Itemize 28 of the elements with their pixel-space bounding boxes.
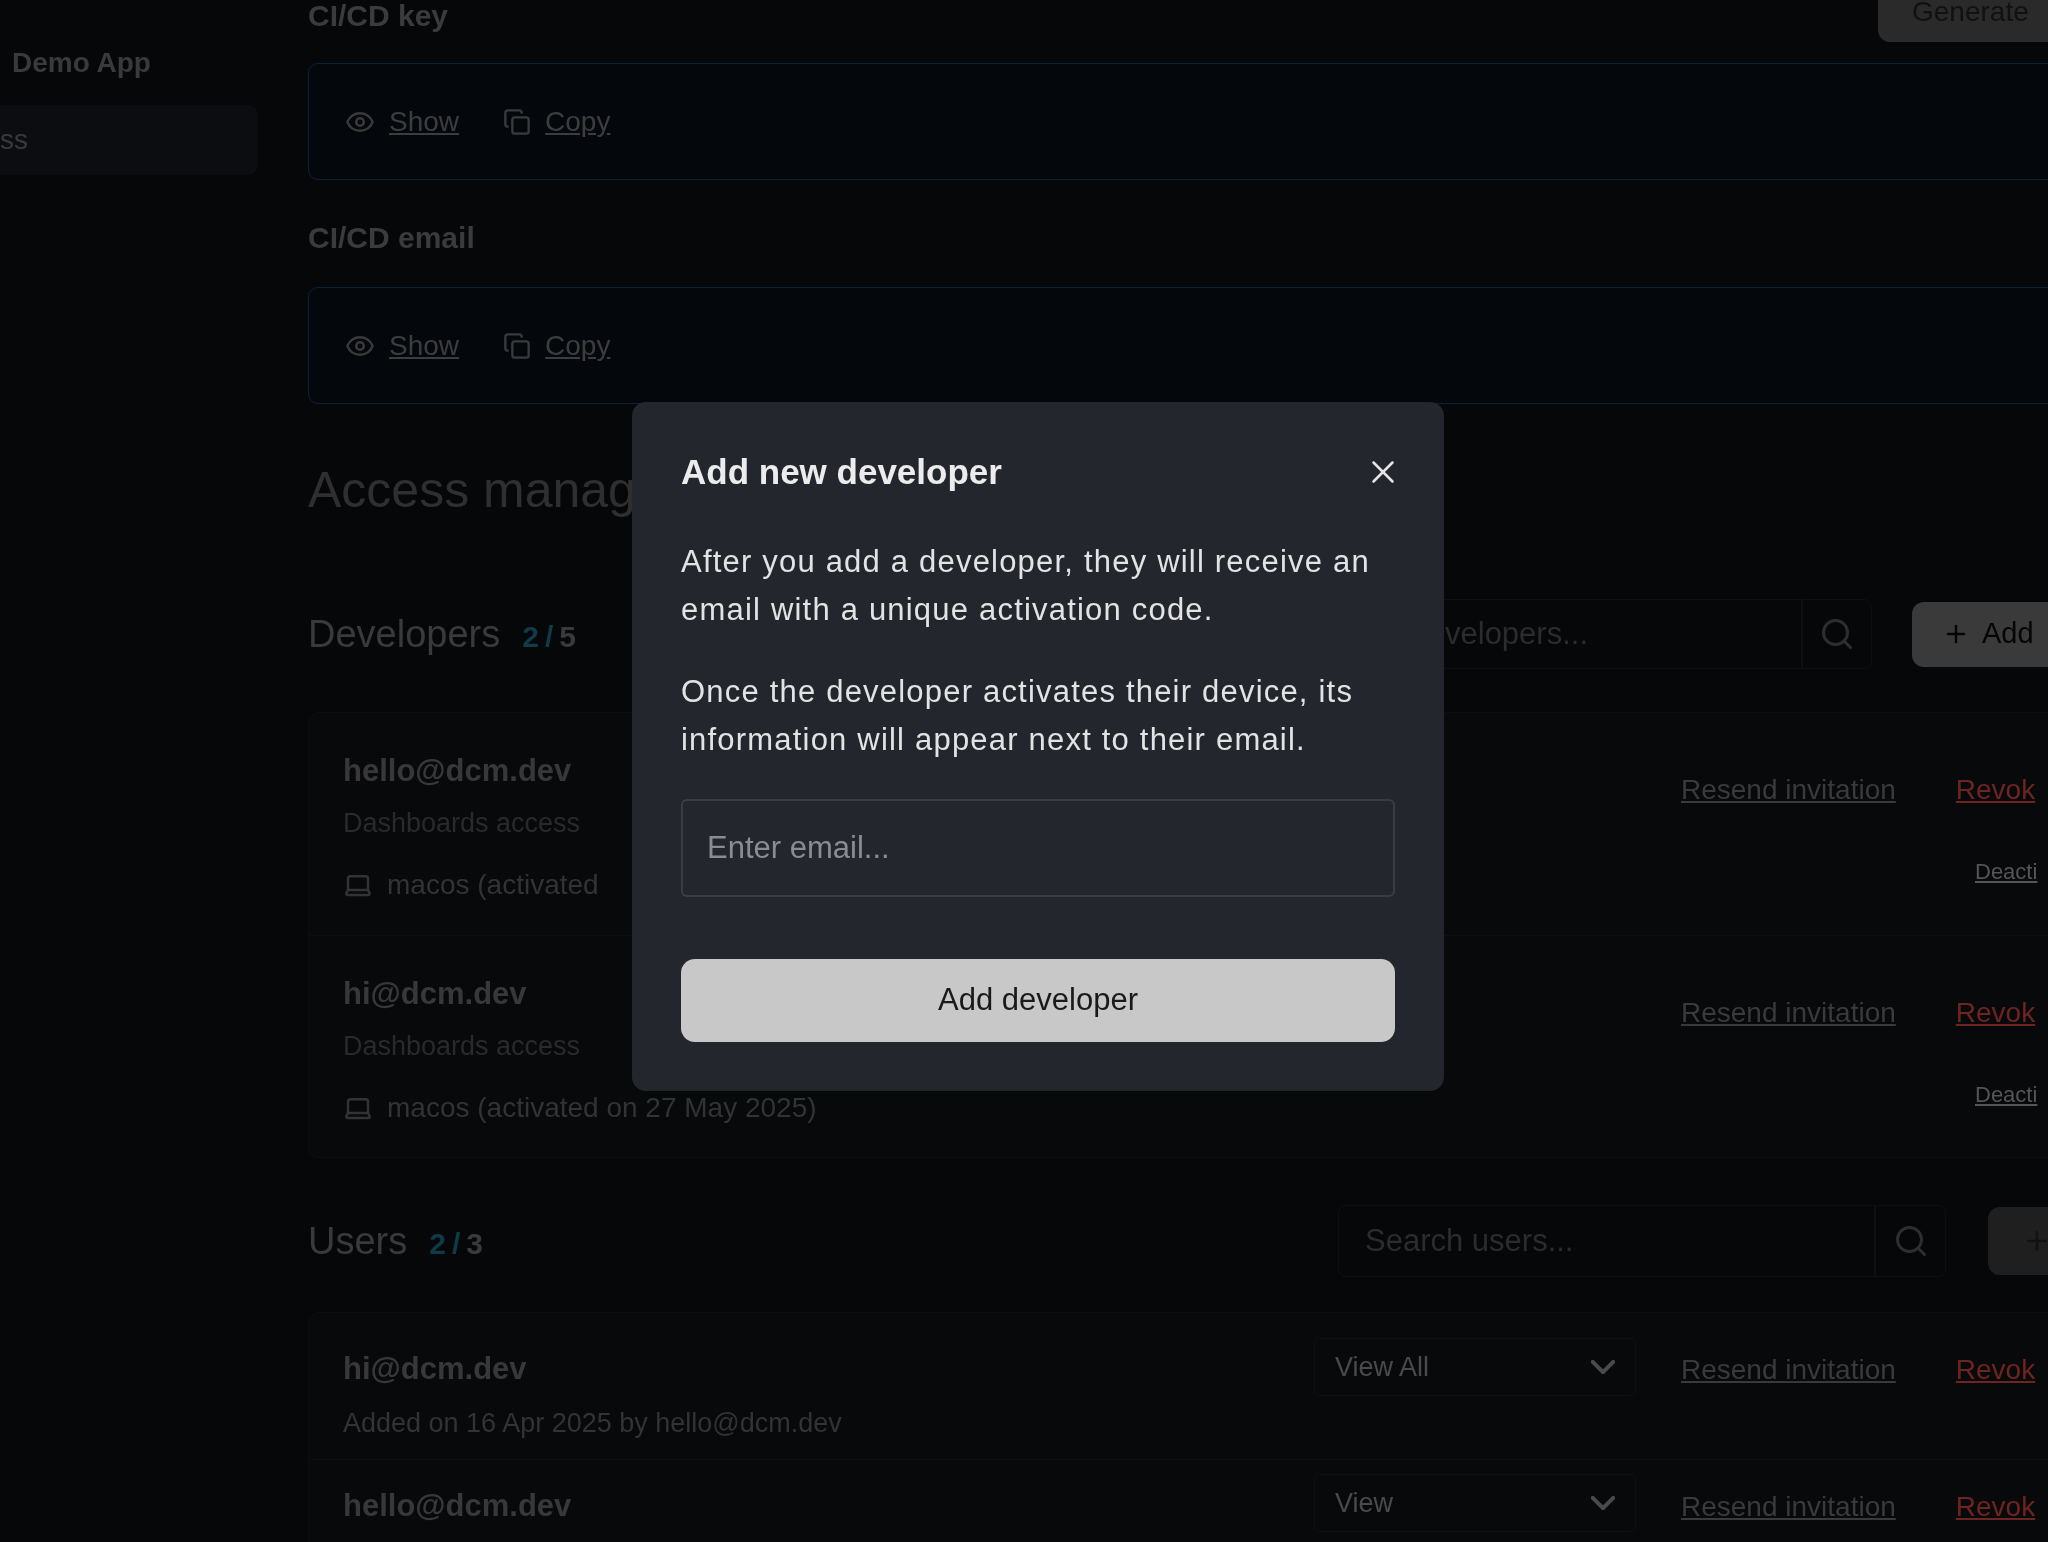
deactivate-link[interactable]: Deacti [1975, 855, 2038, 888]
count-used: 2 [429, 1225, 446, 1262]
deactivate-link[interactable]: Deacti [1975, 1078, 2038, 1111]
copy-icon [503, 107, 532, 136]
email-field[interactable]: Enter email... [681, 799, 1395, 897]
chevron-down-icon [1591, 1360, 1615, 1374]
chevron-down-icon [1591, 1496, 1615, 1510]
count-slash: / [451, 1225, 461, 1262]
count-slash: / [544, 618, 554, 655]
count-used: 2 [522, 618, 539, 655]
revoke-link[interactable]: Revok [1955, 992, 2036, 1034]
search-icon [1819, 616, 1855, 652]
show-link[interactable]: Show [389, 324, 460, 367]
dialog-text: After you add a developer, they will receive an email with a unique activation code. [681, 543, 1371, 629]
revoke-link[interactable]: Revok [1955, 1486, 2036, 1528]
copy-link[interactable]: Copy [545, 100, 611, 143]
search-button[interactable] [1802, 599, 1872, 669]
revoke-link[interactable]: Revok [1955, 1349, 2036, 1391]
dialog-title: Add new developer [681, 450, 1002, 493]
role-dropdown[interactable]: View All [1314, 1338, 1636, 1396]
copy-link[interactable]: Copy [545, 324, 611, 367]
role-dropdown[interactable]: View [1314, 1474, 1636, 1532]
revoke-link[interactable]: Revok [1955, 769, 2036, 811]
dialog-text: Once the developer activates their device, its information will appear next to their email. [681, 673, 1355, 759]
copy-icon [503, 331, 532, 360]
add-developer-submit[interactable]: Add developer [681, 959, 1395, 1042]
show-link[interactable]: Show [389, 100, 460, 143]
search-button[interactable] [1875, 1205, 1946, 1277]
